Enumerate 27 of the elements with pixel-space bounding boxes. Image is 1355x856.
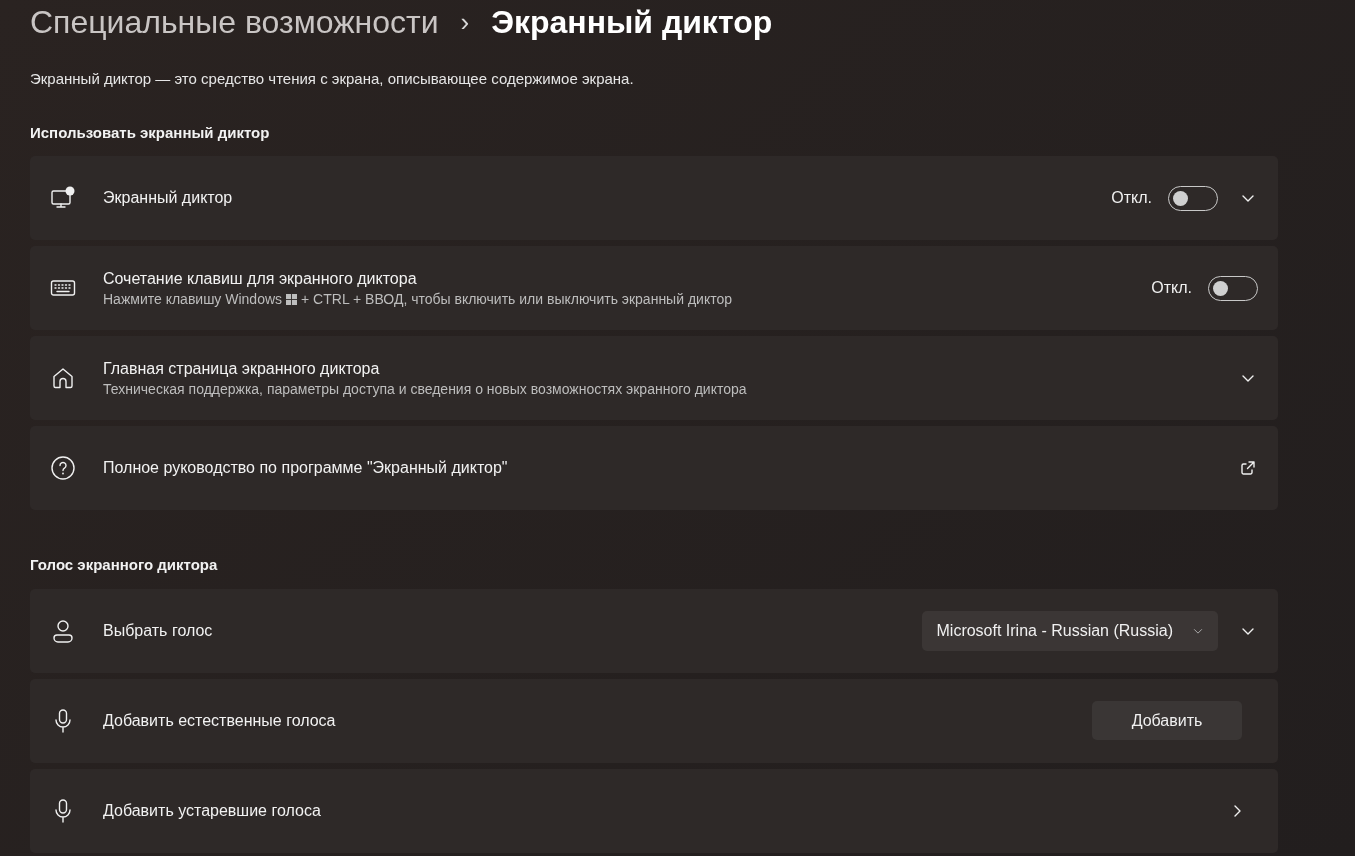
setting-title: Полное руководство по программе "Экранный диктор": [103, 458, 509, 478]
setting-title: Добавить устаревшие голоса: [103, 800, 322, 821]
voice-dropdown[interactable]: Microsoft Irina - Russian (Russia): [921, 610, 1218, 651]
section-heading: Голос экранного диктора: [30, 555, 219, 575]
breadcrumb-separator: ›: [460, 5, 470, 39]
toggle-state-label: Откл.: [1111, 188, 1152, 208]
home-icon: [50, 365, 76, 391]
setting-description: Техническая поддержка, параметры доступа и сведения о новых возможностях экранного диктора: [103, 380, 747, 398]
setting-title: Добавить естественные голоса: [103, 710, 337, 731]
setting-description: + CTRL + ВВОД, чтобы включить или выключить экранный диктор: [301, 290, 732, 308]
help-icon: [50, 455, 76, 481]
person-icon: [50, 617, 76, 644]
monitor-speech-icon: [50, 185, 76, 211]
toggle-state-label: Откл.: [1151, 278, 1192, 298]
add-button[interactable]: Добавить: [1092, 701, 1242, 740]
setting-description: Нажмите клавишу Windows: [103, 290, 283, 308]
setting-title: Главная страница экранного диктора: [103, 359, 381, 379]
windows-logo-icon: [286, 293, 298, 305]
setting-title: Экранный диктор: [103, 188, 234, 208]
section-heading: Использовать экранный диктор: [30, 122, 271, 143]
setting-title: Сочетание клавиш для экранного диктора: [103, 269, 418, 289]
open-external-icon[interactable]: [1240, 460, 1256, 476]
setting-title: Выбрать голос: [103, 620, 214, 641]
page-title: Экранный диктор: [491, 3, 773, 42]
breadcrumb-parent[interactable]: Специальные возможности: [30, 0, 439, 46]
dropdown-value: Microsoft Irina - Russian (Russia): [936, 620, 1173, 641]
page-description: Экранный диктор — это средство чтения с экрана, описывающее содержимое экрана.: [30, 69, 635, 89]
